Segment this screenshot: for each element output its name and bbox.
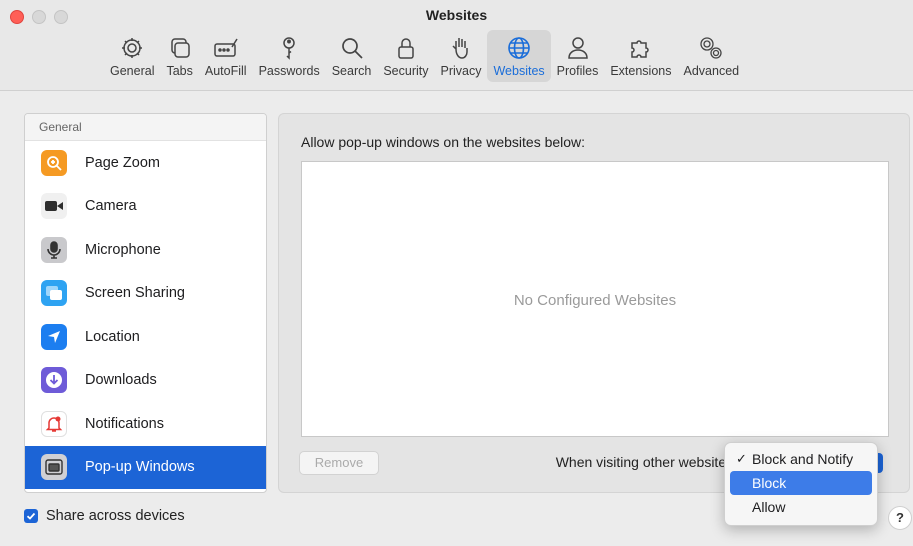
globe-icon xyxy=(508,37,530,59)
menu-item-block[interactable]: Block xyxy=(730,471,872,495)
sidebar-item-pop-up-windows[interactable]: Pop-up Windows xyxy=(25,445,266,489)
menu-item-label: Block xyxy=(752,475,787,491)
title-bar: Websites General Tabs AutoFill Passwords… xyxy=(0,0,913,91)
tab-advanced[interactable]: Advanced xyxy=(678,30,746,82)
sidebar-item-page-zoom[interactable]: Page Zoom xyxy=(25,141,266,185)
checkmark-icon: ✓ xyxy=(736,451,747,466)
lock-icon xyxy=(398,38,414,59)
sidebar-item-label: Page Zoom xyxy=(85,154,160,171)
websites-list[interactable]: No Configured Websites xyxy=(301,161,889,437)
gears-icon xyxy=(700,37,722,59)
sidebar-item-notifications[interactable]: Notifications xyxy=(25,402,266,446)
tab-label: Extensions xyxy=(610,64,672,78)
zoom-icon xyxy=(41,149,67,176)
gear-icon xyxy=(122,38,143,58)
sidebar-item-label: Pop-up Windows xyxy=(85,459,195,476)
tab-privacy[interactable]: Privacy xyxy=(434,30,487,82)
help-button[interactable]: ? xyxy=(888,506,912,530)
tab-label: Advanced xyxy=(683,64,740,78)
popup-windows-icon xyxy=(41,454,67,481)
window-title: Websites xyxy=(425,7,488,23)
puzzle-icon xyxy=(631,40,649,58)
tab-autofill[interactable]: AutoFill xyxy=(199,30,253,82)
tab-websites[interactable]: Websites xyxy=(487,30,551,82)
person-icon xyxy=(567,37,588,59)
sidebar-item-microphone[interactable]: Microphone xyxy=(25,228,266,272)
sidebar-item-screen-sharing[interactable]: Screen Sharing xyxy=(25,272,266,316)
sidebar-item-label: Downloads xyxy=(85,372,157,389)
tab-tabs[interactable]: Tabs xyxy=(160,30,198,82)
tab-label: Security xyxy=(383,64,429,78)
tab-general[interactable]: General xyxy=(104,30,160,82)
sidebar-item-label: Camera xyxy=(85,198,137,215)
empty-list-text: No Configured Websites xyxy=(513,292,677,309)
location-icon xyxy=(41,323,67,350)
tab-profiles[interactable]: Profiles xyxy=(551,30,605,82)
other-websites-label: When visiting other websites: xyxy=(555,454,737,470)
sidebar-item-location[interactable]: Location xyxy=(25,315,266,359)
preferences-window: Websites General Tabs AutoFill Passwords… xyxy=(0,0,913,546)
tab-label: Passwords xyxy=(258,64,320,78)
tab-label: Search xyxy=(331,64,372,78)
sidebar: General Page Zoom Camera Microphone Scre… xyxy=(24,113,267,493)
tab-label: Profiles xyxy=(556,64,599,78)
tab-label: Privacy xyxy=(440,64,482,78)
downloads-icon xyxy=(41,367,67,394)
sidebar-item-label: Location xyxy=(85,328,140,345)
menu-item-label: Allow xyxy=(752,499,786,515)
sidebar-section-header: General xyxy=(25,114,266,141)
popup-policy-menu: ✓ Block and Notify Block Allow xyxy=(724,442,878,526)
tab-passwords[interactable]: Passwords xyxy=(253,30,326,82)
sidebar-item-downloads[interactable]: Downloads xyxy=(25,359,266,403)
key-icon xyxy=(283,37,295,60)
autofill-icon xyxy=(213,38,238,57)
tab-label: Websites xyxy=(493,64,545,78)
tab-security[interactable]: Security xyxy=(377,30,434,82)
hand-icon xyxy=(452,38,468,59)
tab-search[interactable]: Search xyxy=(326,30,378,82)
sidebar-item-label: Screen Sharing xyxy=(85,285,185,302)
screen-sharing-icon xyxy=(41,280,67,307)
sidebar-item-label: Notifications xyxy=(85,415,164,432)
checkmark-icon xyxy=(26,512,36,520)
share-across-devices: Share across devices xyxy=(24,508,185,524)
share-label: Share across devices xyxy=(46,508,185,524)
search-icon xyxy=(341,38,363,59)
microphone-icon xyxy=(41,236,67,263)
tabs-icon xyxy=(170,38,190,58)
notifications-icon xyxy=(41,410,67,437)
menu-item-allow[interactable]: Allow xyxy=(730,495,872,519)
tab-extensions[interactable]: Extensions xyxy=(604,30,677,82)
tab-label: AutoFill xyxy=(204,64,247,78)
tab-label: General xyxy=(110,64,155,78)
menu-item-block-and-notify[interactable]: ✓ Block and Notify xyxy=(730,447,872,471)
sidebar-item-camera[interactable]: Camera xyxy=(25,185,266,229)
camera-icon xyxy=(41,193,67,220)
share-checkbox[interactable] xyxy=(24,509,38,523)
remove-button[interactable]: Remove xyxy=(299,451,379,475)
panel-heading: Allow pop-up windows on the websites bel… xyxy=(301,134,586,150)
popup-settings-panel: Allow pop-up windows on the websites bel… xyxy=(278,113,910,493)
sidebar-item-label: Microphone xyxy=(85,241,161,258)
menu-item-label: Block and Notify xyxy=(752,451,854,467)
tab-label: Tabs xyxy=(166,64,193,78)
preferences-toolbar: General Tabs AutoFill Passwords Search S… xyxy=(104,30,745,82)
